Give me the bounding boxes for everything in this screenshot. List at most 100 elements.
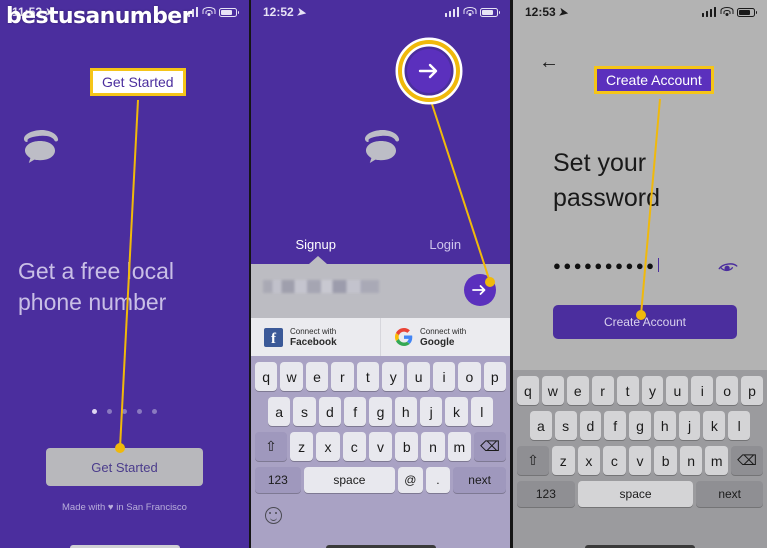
key-c[interactable]: c — [603, 446, 626, 475]
battery-icon — [480, 7, 500, 17]
page-dot[interactable] — [107, 409, 112, 414]
key-at[interactable]: @ — [398, 467, 423, 493]
emoji-icon[interactable] — [265, 507, 282, 524]
page-dot[interactable] — [152, 409, 157, 414]
key-space[interactable]: space — [303, 467, 396, 493]
key-k[interactable]: k — [445, 397, 468, 426]
key-x[interactable]: x — [316, 432, 340, 461]
google-icon — [394, 328, 413, 347]
key-q[interactable]: q — [254, 362, 278, 391]
key-next[interactable]: next — [696, 481, 764, 507]
page-dot[interactable] — [137, 409, 142, 414]
key-l[interactable]: l — [470, 397, 493, 426]
page-dot[interactable] — [122, 409, 127, 414]
password-input[interactable]: ●●●●●●●●●● — [553, 258, 660, 273]
screenshot-stage: 11:52 ➤ bestusanumber Get a free local p… — [0, 0, 767, 548]
key-a[interactable]: a — [268, 397, 291, 426]
key-s[interactable]: s — [554, 411, 577, 440]
key-next[interactable]: next — [453, 467, 506, 493]
app-logo — [18, 126, 62, 166]
key-x[interactable]: x — [577, 446, 601, 475]
key-shift[interactable]: ⇧ — [516, 446, 549, 475]
key-backspace[interactable]: ⌫ — [473, 432, 506, 461]
key-o[interactable]: o — [458, 362, 481, 391]
key-a[interactable]: a — [529, 411, 552, 440]
key-n[interactable]: n — [679, 446, 703, 475]
key-w[interactable]: w — [541, 376, 564, 405]
tab-signup[interactable]: Signup — [251, 237, 381, 252]
key-u[interactable]: u — [666, 376, 689, 405]
headline-line-2: phone number — [18, 289, 167, 315]
key-h[interactable]: h — [394, 397, 417, 426]
key-space[interactable]: space — [577, 481, 694, 507]
key-f[interactable]: f — [604, 411, 627, 440]
key-d[interactable]: d — [579, 411, 602, 440]
page-dot[interactable] — [92, 409, 97, 414]
submit-arrow-button[interactable] — [464, 274, 496, 306]
create-account-button-label: Create Account — [603, 315, 687, 329]
key-v[interactable]: v — [368, 432, 393, 461]
key-h[interactable]: h — [653, 411, 676, 440]
key-z[interactable]: z — [551, 446, 575, 475]
tab-pointer — [309, 256, 327, 264]
key-b[interactable]: b — [395, 432, 419, 461]
key-v[interactable]: v — [628, 446, 652, 475]
key-y[interactable]: y — [641, 376, 664, 405]
key-g[interactable]: g — [629, 411, 651, 440]
tab-login[interactable]: Login — [381, 237, 511, 252]
key-backspace[interactable]: ⌫ — [731, 446, 764, 475]
key-k[interactable]: k — [703, 411, 726, 440]
key-u[interactable]: u — [407, 362, 430, 391]
key-y[interactable]: y — [382, 362, 405, 391]
auth-tabs: Signup Login — [251, 237, 510, 252]
key-i[interactable]: i — [691, 376, 714, 405]
key-r[interactable]: r — [331, 362, 354, 391]
key-q[interactable]: q — [516, 376, 539, 405]
key-c[interactable]: c — [342, 432, 366, 461]
key-r[interactable]: r — [591, 376, 614, 405]
key-w[interactable]: w — [280, 362, 303, 391]
key-f[interactable]: f — [344, 397, 367, 426]
wifi-icon — [463, 7, 476, 17]
headline-line-1: Get a free local — [18, 258, 174, 284]
key-t[interactable]: t — [356, 362, 379, 391]
key-p[interactable]: p — [741, 376, 764, 405]
key-e[interactable]: e — [566, 376, 589, 405]
key-i[interactable]: i — [432, 362, 456, 391]
get-started-button[interactable]: Get Started — [46, 448, 203, 486]
key-shift[interactable]: ⇧ — [255, 432, 288, 461]
keyboard-row-1: q w e r t y u i o p — [515, 376, 765, 405]
key-n[interactable]: n — [421, 432, 445, 461]
key-e[interactable]: e — [305, 362, 329, 391]
back-button[interactable]: ← — [539, 52, 559, 72]
key-numbers[interactable]: 123 — [255, 467, 301, 493]
page-indicator-dots[interactable] — [0, 409, 249, 414]
create-account-button[interactable]: Create Account — [553, 305, 737, 339]
key-m[interactable]: m — [705, 446, 729, 475]
wifi-icon — [202, 7, 215, 17]
key-o[interactable]: o — [716, 376, 739, 405]
key-d[interactable]: d — [318, 397, 341, 426]
email-field-redacted[interactable] — [263, 280, 379, 293]
title-line-1: Set your — [553, 149, 647, 177]
key-l[interactable]: l — [728, 411, 751, 440]
signup-card — [251, 264, 510, 318]
key-period[interactable]: . — [425, 467, 451, 493]
key-g[interactable]: g — [369, 397, 392, 426]
page-title: Get a free local phone number — [18, 256, 231, 318]
status-bar: 12:53 ➤ — [513, 0, 767, 24]
key-t[interactable]: t — [616, 376, 639, 405]
key-m[interactable]: m — [447, 432, 471, 461]
key-j[interactable]: j — [678, 411, 701, 440]
key-j[interactable]: j — [419, 397, 443, 426]
key-b[interactable]: b — [654, 446, 677, 475]
key-z[interactable]: z — [290, 432, 314, 461]
connect-google-button[interactable]: Connect with Google — [380, 318, 510, 356]
key-s[interactable]: s — [293, 397, 316, 426]
keyboard-row-2: a s d f g h j k l — [253, 397, 508, 426]
status-right — [701, 7, 757, 17]
connect-facebook-button[interactable]: f Connect with Facebook — [251, 318, 380, 356]
eye-toggle-icon[interactable] — [717, 259, 739, 273]
key-p[interactable]: p — [483, 362, 507, 391]
key-numbers[interactable]: 123 — [517, 481, 575, 507]
